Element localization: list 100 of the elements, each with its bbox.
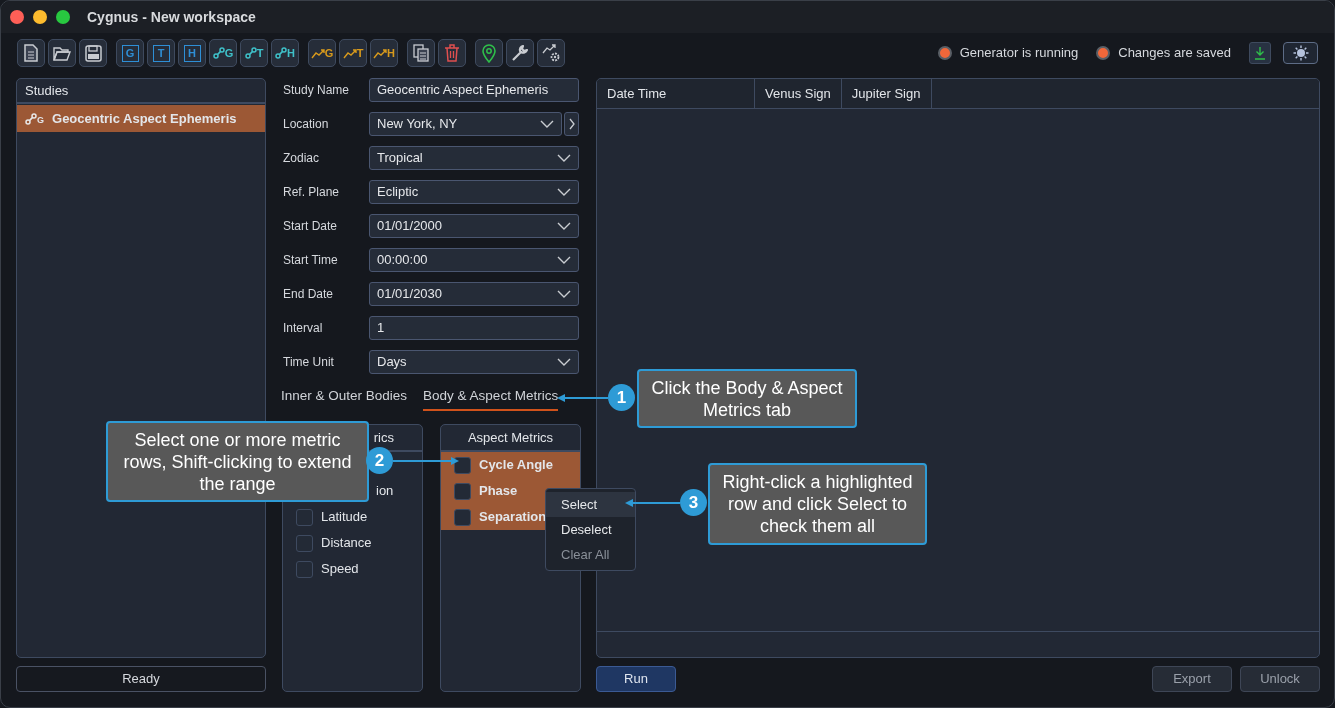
checkbox[interactable]: [296, 560, 313, 578]
letter-label: T: [256, 48, 264, 59]
dropdown[interactable]: 01/01/2030: [369, 282, 579, 306]
checkbox[interactable]: [454, 508, 471, 526]
nodes-icon: [244, 47, 257, 59]
zoom-button[interactable]: [56, 10, 70, 24]
download-button[interactable]: [1249, 42, 1271, 64]
dropdown[interactable]: 01/01/2000: [369, 214, 579, 238]
metric-row[interactable]: Speed: [283, 556, 422, 582]
dropdown-caret-icon: [557, 358, 571, 366]
dropdown-caret-icon: [540, 120, 554, 128]
toolbar-button[interactable]: [506, 39, 534, 67]
metric-row[interactable]: Latitude: [283, 504, 422, 530]
column-header[interactable]: Jupiter Sign: [841, 79, 932, 108]
trend-icon: [310, 48, 325, 59]
letter-label: G: [121, 44, 139, 62]
text-field[interactable]: 1: [369, 316, 579, 340]
letter-label: T: [152, 44, 170, 62]
text-field[interactable]: Geocentric Aspect Ephemeris: [369, 78, 579, 102]
document-icon: [23, 44, 39, 62]
dropdown[interactable]: Ecliptic: [369, 180, 579, 204]
field-label: Start Time: [282, 252, 339, 269]
callout-box: Click the Body & Aspect Metrics tab: [637, 369, 857, 428]
location-pin-icon: [482, 43, 496, 63]
trend-icon: [342, 48, 357, 59]
dropdown-caret-icon: [557, 154, 571, 162]
status-text: Ready: [16, 666, 266, 692]
status-label: Changes are saved: [1118, 44, 1231, 63]
dropdown-caret-icon: [557, 290, 571, 298]
nodes-icon: [212, 47, 225, 59]
letter-label: H: [183, 44, 201, 62]
field-label: Interval: [282, 320, 324, 337]
dropdown[interactable]: Tropical: [369, 146, 579, 170]
toolbar-button[interactable]: [475, 39, 503, 67]
leader-arrow: [393, 457, 459, 465]
copy-icon: [413, 44, 429, 62]
toolbar-button[interactable]: H: [178, 39, 206, 67]
study-item[interactable]: G Geocentric Aspect Ephemeris: [17, 105, 265, 132]
chevron-right-icon: [568, 118, 575, 130]
dropdown-caret-icon: [557, 188, 571, 196]
toolbar-button[interactable]: [48, 39, 76, 67]
trash-icon: [444, 44, 460, 62]
metric-row[interactable]: Distance: [283, 530, 422, 556]
menu-item[interactable]: Select: [546, 492, 635, 517]
nodes-icon: [275, 47, 287, 59]
folder-icon: [53, 45, 71, 61]
metric-row[interactable]: Cycle Angle: [441, 452, 580, 478]
action-button[interactable]: Unlock: [1240, 666, 1320, 692]
column-header[interactable]: Date Time: [597, 79, 755, 108]
column-header[interactable]: Venus Sign: [755, 79, 842, 108]
sun-icon: [1292, 45, 1309, 61]
leader-arrow: [625, 499, 680, 507]
dropdown[interactable]: New York, NY: [369, 112, 562, 136]
field-label: Study Name: [282, 82, 351, 99]
toolbar-button[interactable]: [79, 39, 107, 67]
letter-label: T: [356, 47, 364, 59]
window-title: Cygnus - New workspace: [87, 7, 256, 27]
action-button[interactable]: Export: [1152, 666, 1232, 692]
checkbox[interactable]: [296, 508, 313, 526]
tab[interactable]: Inner & Outer Bodies: [281, 386, 408, 411]
checkbox[interactable]: [454, 482, 471, 500]
save-icon: [84, 44, 102, 62]
checkbox[interactable]: [296, 534, 313, 552]
wrench-icon: [511, 44, 529, 62]
checkbox[interactable]: [454, 456, 471, 474]
leader-arrow: [557, 394, 608, 402]
status-label: Generator is running: [959, 44, 1079, 63]
metric-label: ion: [376, 482, 394, 501]
dropdown[interactable]: Days: [369, 350, 579, 374]
toolbar-button[interactable]: G: [209, 39, 237, 67]
toolbar-button[interactable]: T: [147, 39, 175, 67]
close-button[interactable]: [10, 10, 24, 24]
next-button[interactable]: [564, 112, 579, 136]
letter-label: H: [287, 48, 295, 59]
toolbar-button[interactable]: T: [240, 39, 268, 67]
toolbar-button[interactable]: [537, 39, 565, 67]
field-label: Time Unit: [282, 354, 335, 371]
field-label: Ref. Plane: [282, 184, 341, 201]
minimize-button[interactable]: [33, 10, 47, 24]
dropdown[interactable]: 00:00:00: [369, 248, 579, 272]
theme-toggle-button[interactable]: [1283, 42, 1318, 64]
trend-settings-icon: [542, 44, 560, 62]
field-label: End Date: [282, 286, 335, 303]
toolbar-button[interactable]: G: [116, 39, 144, 67]
toolbar-button[interactable]: [17, 39, 45, 67]
toolbar-button[interactable]: H: [370, 39, 398, 67]
toolbar-button[interactable]: G: [308, 39, 336, 67]
letter-label: H: [387, 47, 395, 59]
callout-box: Select one or more metric rows, Shift-clicking to extend the range: [106, 421, 369, 502]
field-label: Start Date: [282, 218, 339, 235]
run-button[interactable]: Run: [596, 666, 676, 692]
dropdown-caret-icon: [557, 222, 571, 230]
tab[interactable]: Body & Aspect Metrics: [423, 386, 559, 411]
field-label: Location: [282, 116, 330, 133]
toolbar-button[interactable]: T: [339, 39, 367, 67]
toolbar-button[interactable]: H: [271, 39, 299, 67]
toolbar-button[interactable]: [407, 39, 435, 67]
trend-icon: [373, 48, 387, 59]
letter-label: G: [324, 47, 334, 59]
toolbar-button[interactable]: [438, 39, 466, 67]
